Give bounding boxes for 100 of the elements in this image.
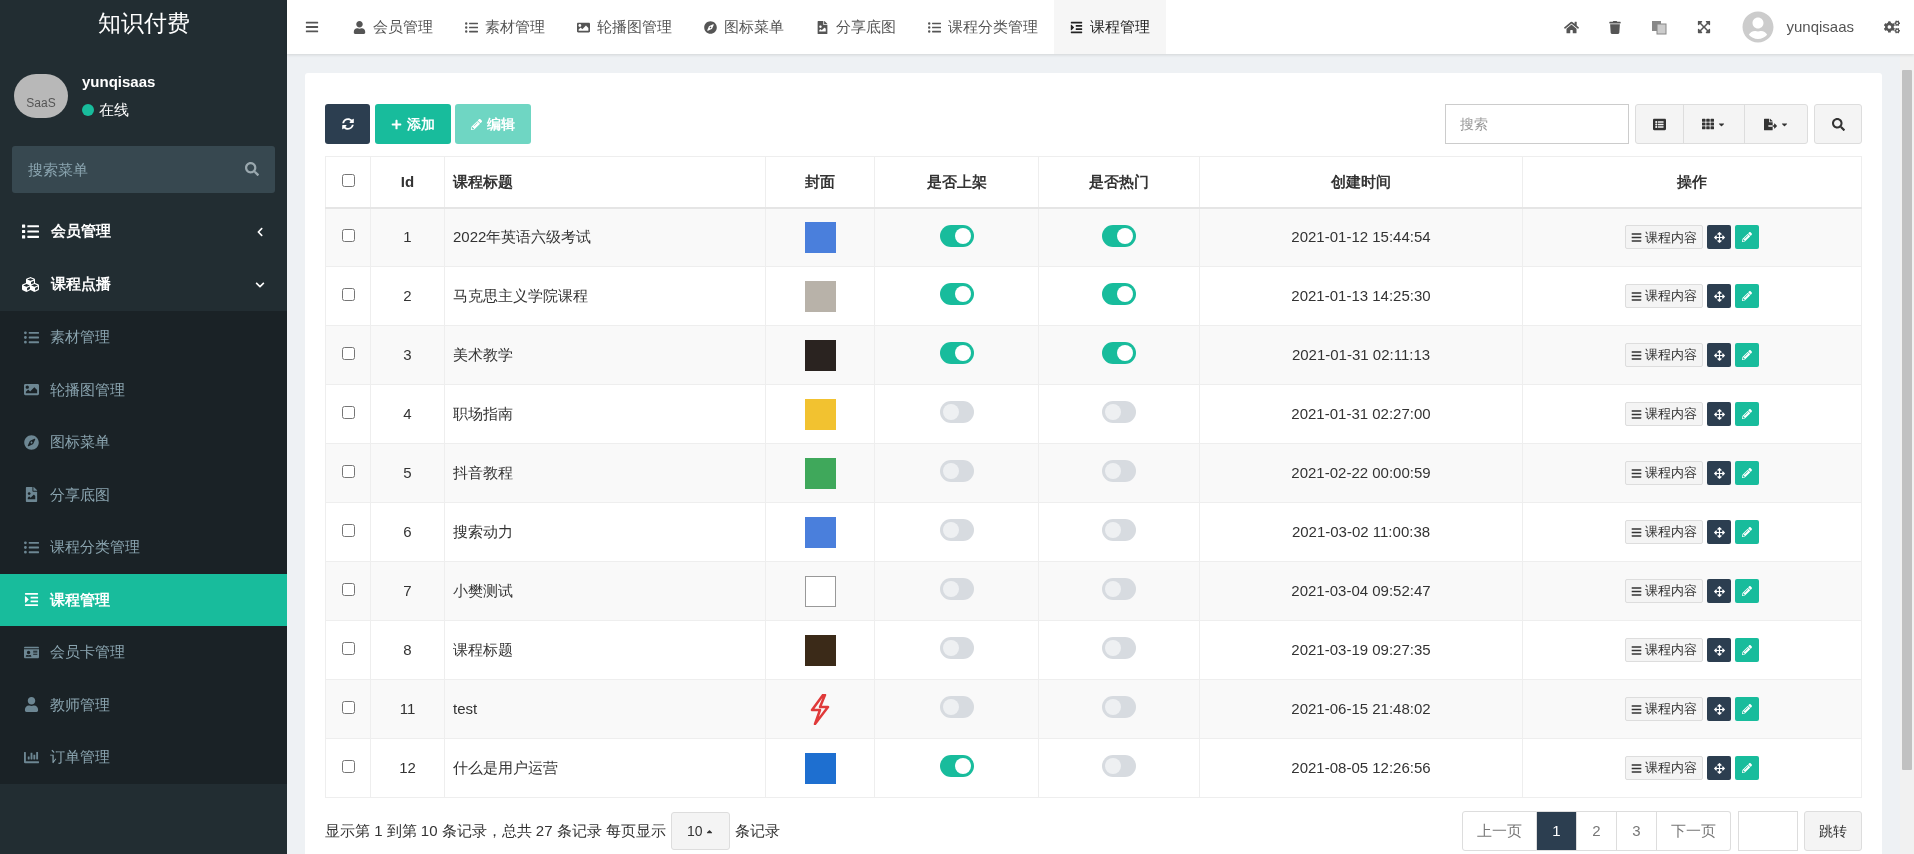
list-icon (24, 329, 39, 345)
drag-button[interactable] (1707, 402, 1731, 426)
settings-icon[interactable] (1884, 19, 1900, 35)
home-icon[interactable] (1564, 19, 1580, 35)
menu-icon (1631, 349, 1642, 361)
created-time: 2021-03-02 11:00:38 (1291, 522, 1431, 540)
id-card-icon (24, 644, 39, 660)
toggle-switch[interactable] (939, 755, 974, 778)
move-icon (1713, 526, 1725, 538)
toggle-switch[interactable] (1102, 696, 1136, 719)
row-checkbox[interactable] (341, 464, 355, 478)
course-content-button[interactable]: 课程内容 (1625, 225, 1703, 250)
course-content-button[interactable]: 课程内容 (1625, 579, 1703, 603)
move-icon (1713, 644, 1725, 656)
lightning-logo-icon (809, 693, 831, 725)
row-checkbox[interactable] (341, 405, 355, 419)
course-content-button[interactable]: 课程内容 (1625, 461, 1703, 485)
search-field[interactable]: 搜索 (1445, 104, 1629, 144)
sidebar-subitem[interactable]: 订单管理 (0, 731, 287, 784)
row-checkbox[interactable] (341, 700, 355, 714)
drag-button[interactable] (1707, 638, 1731, 662)
cubes-icon (22, 276, 39, 293)
toggle-switch[interactable] (1102, 637, 1136, 660)
file-image-icon (24, 487, 39, 503)
toggle-switch[interactable] (939, 696, 974, 719)
nav-tab[interactable]: 轮播图管理 (561, 0, 688, 54)
toggle-switch[interactable] (1102, 755, 1136, 778)
drag-button[interactable] (1707, 284, 1731, 308)
toggle-switch[interactable] (1102, 578, 1136, 601)
drag-button[interactable] (1707, 225, 1731, 250)
sidebar-subitem[interactable]: 素材管理 (0, 311, 287, 364)
toggle-switch[interactable] (939, 460, 974, 483)
nav-tab[interactable]: 素材管理 (449, 0, 561, 54)
toggle-switch[interactable] (939, 519, 974, 542)
translate-icon[interactable] (1651, 19, 1668, 35)
course-content-button[interactable]: 课程内容 (1625, 284, 1703, 308)
previous-page-button[interactable]: 上一页 (1462, 811, 1537, 851)
sidebar-subitem[interactable]: 轮播图管理 (0, 363, 287, 416)
menu-icon (1631, 644, 1642, 656)
toggle-switch[interactable] (939, 637, 974, 660)
sidebar-subitem[interactable]: 图标菜单 (0, 416, 287, 469)
search-button[interactable] (1814, 104, 1862, 144)
menu-search-field[interactable]: 搜索菜单 (12, 146, 275, 193)
toggle-switch[interactable] (939, 401, 974, 424)
row-checkbox[interactable] (341, 641, 355, 655)
drag-button[interactable] (1707, 520, 1731, 544)
row-checkbox[interactable] (341, 287, 355, 301)
toggle-switch[interactable] (939, 283, 974, 306)
column-header: 是否热门 (1089, 172, 1149, 190)
sidebar-subitem[interactable]: 会员卡管理 (0, 626, 287, 679)
nav-tab[interactable]: 会员管理 (337, 0, 449, 54)
row-checkbox[interactable] (341, 523, 355, 537)
drag-button[interactable] (1707, 343, 1731, 367)
page-button[interactable]: 1 (1537, 811, 1577, 851)
sidebar-subitem[interactable]: 课程分类管理 (0, 521, 287, 574)
toggle-switch[interactable] (1102, 342, 1136, 365)
toggle-switch[interactable] (939, 224, 974, 247)
toggle-switch[interactable] (1102, 283, 1136, 306)
toggle-switch[interactable] (1102, 519, 1136, 542)
jump-button[interactable]: 跳转 (1804, 811, 1862, 851)
select-all-checkbox[interactable] (341, 173, 355, 187)
row-checkbox[interactable] (341, 346, 355, 360)
menu-icon (1631, 526, 1642, 538)
trash-icon[interactable] (1609, 20, 1622, 34)
toggle-switch[interactable] (1102, 401, 1136, 424)
row-checkbox[interactable] (341, 582, 355, 596)
toggle-switch[interactable] (939, 342, 974, 365)
course-title: 美术教学 (453, 345, 513, 363)
course-content-button[interactable]: 课程内容 (1625, 638, 1703, 662)
top-user-name[interactable]: yunqisaas (1786, 15, 1854, 39)
course-content-button[interactable]: 课程内容 (1625, 343, 1703, 367)
image-icon (24, 382, 39, 398)
course-content-button[interactable]: 课程内容 (1625, 697, 1703, 721)
scrollbar[interactable] (1900, 54, 1914, 854)
drag-button[interactable] (1707, 756, 1731, 780)
course-content-button[interactable]: 课程内容 (1625, 402, 1703, 426)
course-content-button[interactable]: 课程内容 (1625, 520, 1703, 544)
toggle-switch[interactable] (939, 578, 974, 601)
drag-button[interactable] (1707, 697, 1731, 721)
page-jump-field[interactable] (1738, 811, 1798, 851)
nav-tab[interactable]: 课程管理 (1054, 0, 1166, 54)
next-page-button[interactable]: 下一页 (1657, 811, 1731, 851)
sidebar-subitem[interactable]: 教师管理 (0, 678, 287, 731)
nav-tab[interactable]: 课程分类管理 (912, 0, 1054, 54)
page-button[interactable]: 2 (1577, 811, 1617, 851)
move-icon (1713, 585, 1725, 597)
nav-tab[interactable]: 分享底图 (800, 0, 912, 54)
toggle-switch[interactable] (1102, 460, 1136, 483)
toggle-switch[interactable] (1102, 224, 1136, 247)
drag-button[interactable] (1707, 579, 1731, 603)
page-size-dropdown[interactable]: 10 (670, 812, 731, 850)
course-content-button[interactable]: 课程内容 (1625, 756, 1703, 780)
fullscreen-icon[interactable] (1697, 20, 1712, 34)
row-checkbox[interactable] (341, 759, 355, 773)
nav-tab[interactable]: 图标菜单 (688, 0, 800, 54)
refresh-button[interactable] (325, 104, 370, 144)
page-button[interactable]: 3 (1617, 811, 1657, 851)
row-checkbox[interactable] (341, 229, 355, 242)
sidebar-subitem[interactable]: 分享底图 (0, 468, 287, 521)
drag-button[interactable] (1707, 461, 1731, 485)
